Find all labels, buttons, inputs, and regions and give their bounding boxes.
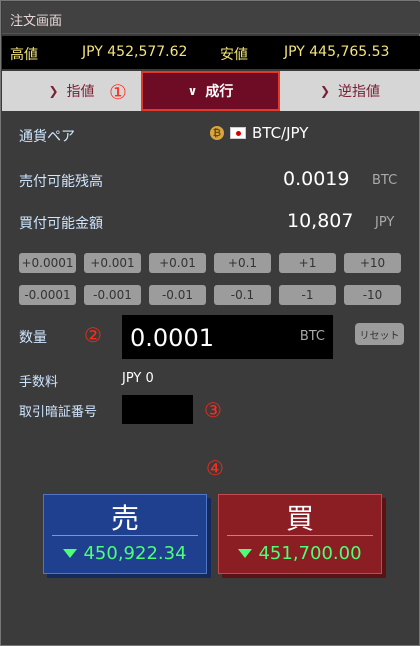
buy-button[interactable]: 買 451,700.00 [218, 494, 382, 574]
sell-price: 450,922.34 [44, 543, 206, 564]
reset-button[interactable]: リセット [355, 323, 404, 345]
sell-balance-value: 0.0019 [283, 168, 350, 190]
quantity-unit: BTC [299, 329, 325, 344]
marker-4: ④ [206, 456, 224, 480]
quantity-value: 0.0001 [130, 324, 214, 352]
title-bar: 注文画面 [2, 2, 420, 34]
increment-button[interactable]: +0.0001 [19, 253, 76, 273]
marker-2: ② [84, 323, 102, 347]
buy-amount-unit: JPY [375, 215, 395, 230]
chevron-right-icon: ❯ [48, 84, 59, 98]
high-label: 高値 [10, 47, 38, 63]
increment-button[interactable]: +0.01 [149, 253, 206, 273]
sell-balance-unit: BTC [372, 173, 398, 188]
pair-value: BTC/JPY [252, 124, 309, 142]
pin-label: 取引暗証番号 [19, 405, 98, 420]
fee-value: JPY 0 [122, 371, 154, 386]
divider [227, 535, 373, 536]
buy-amount-value: 10,807 [287, 210, 354, 232]
quantity-label: 数量 [19, 330, 47, 346]
order-type-tabs: ❯ 指値 ∨ 成行 ❯ 逆指値 ① [2, 71, 420, 111]
increment-button[interactable]: +1 [279, 253, 336, 273]
window-title: 注文画面 [10, 14, 63, 29]
quantity-input[interactable]: 0.0001 BTC [122, 315, 333, 359]
decrement-button[interactable]: -0.001 [84, 285, 141, 305]
tab-stop[interactable]: ❯ 逆指値 [280, 71, 420, 111]
price-bar: 高値 JPY 452,577.62 安値 JPY 445,765.53 [2, 36, 420, 69]
currency-pair: ₿ BTC/JPY [210, 124, 308, 142]
tab-market[interactable]: ∨ 成行 [141, 71, 280, 111]
tab-market-label: 成行 [205, 84, 234, 100]
chevron-right-icon: ❯ [319, 84, 331, 98]
japan-flag-icon [230, 127, 246, 139]
sell-balance-label: 売付可能残高 [19, 174, 103, 190]
pin-input[interactable] [122, 395, 193, 424]
buy-amount-label: 買付可能金額 [19, 216, 103, 232]
order-window: 注文画面 高値 JPY 452,577.62 安値 JPY 445,765.53… [0, 0, 420, 646]
sell-price-value: 450,922.34 [83, 543, 187, 564]
increment-button[interactable]: +10 [344, 253, 401, 273]
down-arrow-icon [63, 549, 78, 558]
sell-button-label: 売 [110, 502, 139, 535]
buy-price: 451,700.00 [219, 543, 381, 564]
bitcoin-icon: ₿ [210, 126, 224, 140]
marker-1: ① [109, 80, 127, 104]
buy-button-face: 買 451,700.00 [218, 494, 382, 574]
decrement-button[interactable]: -0.1 [214, 285, 271, 305]
fee-label: 手数料 [19, 375, 59, 390]
down-arrow-icon [238, 549, 253, 558]
sell-button[interactable]: 売 450,922.34 [43, 494, 207, 574]
high-value: JPY 452,577.62 [82, 44, 188, 60]
decrement-button[interactable]: -0.0001 [19, 285, 76, 305]
increment-button[interactable]: +0.1 [214, 253, 271, 273]
low-label: 安値 [220, 47, 248, 63]
decrement-button[interactable]: -1 [279, 285, 336, 305]
divider [52, 535, 198, 536]
decrement-button[interactable]: -0.01 [149, 285, 206, 305]
tab-stop-label: 逆指値 [338, 84, 381, 100]
pair-label: 通貨ペア [19, 129, 75, 145]
increment-button[interactable]: +0.001 [84, 253, 141, 273]
chevron-down-icon: ∨ [187, 84, 198, 98]
tab-limit-label: 指値 [66, 84, 95, 100]
low-value: JPY 445,765.53 [284, 44, 390, 60]
decrement-button[interactable]: -10 [344, 285, 401, 305]
marker-3: ③ [204, 398, 222, 422]
sell-button-face: 売 450,922.34 [43, 494, 207, 574]
buy-price-value: 451,700.00 [258, 543, 362, 564]
buy-button-label: 買 [285, 502, 314, 535]
